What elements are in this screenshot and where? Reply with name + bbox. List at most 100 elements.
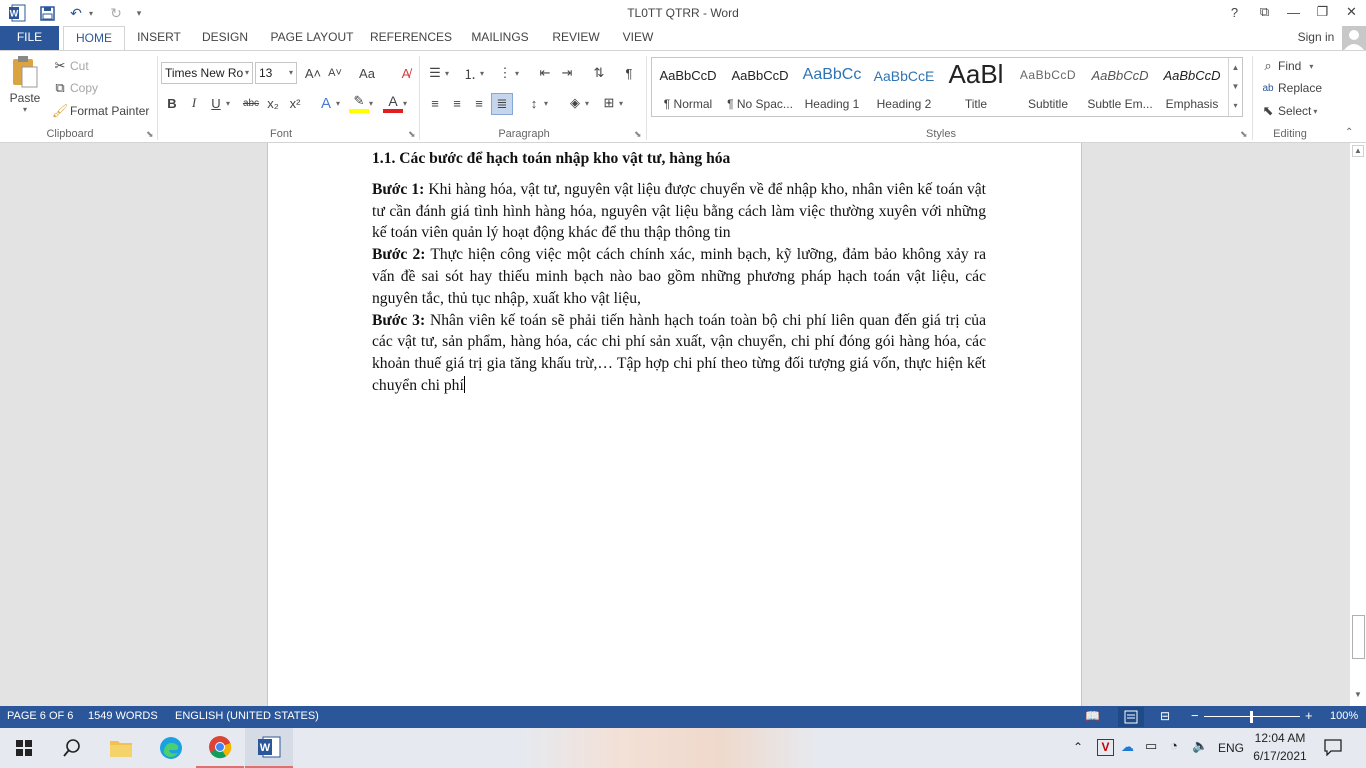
shading-button[interactable]: ◈ ▾ [565, 93, 589, 113]
clock-time[interactable]: 12:04 AM [1250, 731, 1310, 745]
edge-button[interactable] [147, 728, 195, 768]
document-content[interactable]: 1.1. Các bước để hạch toán nhập kho vật … [372, 148, 986, 397]
tab-design[interactable]: DESIGN [196, 26, 254, 50]
font-dialog-launcher-icon[interactable]: ⬊ [408, 129, 416, 140]
input-language[interactable]: ENG [1218, 741, 1244, 755]
chevron-up-icon[interactable]: ▲ [1229, 58, 1242, 77]
highlight-button[interactable]: ✎ ▾ [349, 93, 373, 113]
wifi-icon[interactable]: ◔ [1170, 738, 1178, 753]
paragraph-step-1[interactable]: Bước 1: Khi hàng hóa, vật tư, nguyên vật… [372, 179, 986, 244]
tab-mailings[interactable]: MAILINGS [464, 26, 536, 50]
style-no-spacing[interactable]: AaBbCcD ¶ No Spac... [724, 58, 796, 116]
style-subtle-emphasis[interactable]: AaBbCcD Subtle Em... [1084, 58, 1156, 116]
battery-icon[interactable]: ▭ [1145, 738, 1157, 754]
paragraph-step-2[interactable]: Bước 2: Thực hiện công việc một cách chí… [372, 244, 986, 309]
strikethrough-button[interactable]: abc [240, 93, 262, 113]
start-button[interactable] [0, 728, 48, 768]
more-styles-icon[interactable]: ▾ [1229, 96, 1242, 115]
style-subtitle[interactable]: AaBbCcD Subtitle [1012, 58, 1084, 116]
styles-dialog-launcher-icon[interactable]: ⬊ [1240, 129, 1248, 140]
chrome-button[interactable] [196, 728, 244, 768]
copy-button[interactable]: ⧉ Copy [50, 78, 98, 98]
search-button[interactable] [48, 728, 96, 768]
section-heading[interactable]: 1.1. Các bước để hạch toán nhập kho vật … [372, 148, 986, 170]
style-heading-1[interactable]: AaBbCc Heading 1 [796, 58, 868, 116]
paste-dropdown-icon[interactable]: ▾ [23, 105, 27, 114]
notifications-icon[interactable] [1324, 738, 1342, 759]
line-spacing-button[interactable]: ↕ ▾ [524, 93, 548, 113]
show-hidden-icons[interactable]: ⌃ [1073, 740, 1083, 754]
paragraph-dialog-launcher-icon[interactable]: ⬊ [634, 129, 642, 140]
styles-scroll[interactable]: ▲ ▼ ▾ [1228, 58, 1242, 116]
user-avatar-icon[interactable] [1342, 26, 1366, 50]
volume-icon[interactable]: 🔈 [1192, 738, 1208, 754]
paste-button[interactable]: Paste ▾ [6, 55, 44, 119]
subscript-button[interactable]: x₂ [263, 93, 283, 113]
vertical-scrollbar[interactable]: ▲ ▼ [1349, 143, 1366, 706]
minimize-button[interactable]: — [1279, 0, 1308, 24]
word-count[interactable]: 1549 WORDS [88, 710, 158, 722]
paragraph-step-3[interactable]: Bước 3: Nhân viên kế toán sẽ phải tiến h… [372, 310, 986, 397]
chevron-down-icon[interactable]: ▼ [1229, 77, 1242, 96]
tab-page-layout[interactable]: PAGE LAYOUT [266, 26, 358, 50]
style-emphasis[interactable]: AaBbCcD Emphasis [1156, 58, 1228, 116]
shrink-font-button[interactable]: A˅ [325, 63, 345, 83]
style-heading-2[interactable]: AaBbCcE Heading 2 [868, 58, 940, 116]
restore-button[interactable]: ❐ [1308, 0, 1337, 24]
zoom-slider-thumb[interactable] [1250, 711, 1253, 723]
format-painter-button[interactable]: 🖌 Format Painter [50, 101, 150, 121]
show-formatting-button[interactable]: ¶ [619, 63, 639, 83]
increase-indent-button[interactable]: ⇥ [557, 63, 577, 83]
change-case-button[interactable]: Aa [352, 63, 382, 83]
find-button[interactable]: ⌕ Find ▾ [1258, 56, 1313, 76]
scroll-thumb[interactable] [1352, 615, 1365, 659]
print-layout-icon[interactable] [1118, 707, 1144, 727]
read-mode-icon[interactable]: 📖 [1085, 709, 1100, 723]
file-explorer-button[interactable] [97, 728, 145, 768]
replace-button[interactable]: ab Replace [1258, 78, 1322, 98]
underline-button[interactable]: U ▾ [206, 93, 230, 113]
text-effects-button[interactable]: A ▾ [316, 93, 340, 113]
align-center-button[interactable]: ≡ [447, 93, 467, 113]
clock-date[interactable]: 6/17/2021 [1250, 749, 1310, 763]
zoom-level[interactable]: 100% [1330, 710, 1358, 722]
font-family-combo[interactable]: Times New Ro ▾ [161, 62, 253, 84]
document-page[interactable]: 1.1. Các bước để hạch toán nhập kho vật … [267, 143, 1082, 706]
decrease-indent-button[interactable]: ⇤ [535, 63, 555, 83]
align-left-button[interactable]: ≡ [425, 93, 445, 113]
web-layout-icon[interactable]: ⊟ [1160, 709, 1170, 723]
onedrive-icon[interactable]: ☁ [1121, 739, 1134, 755]
zoom-out-icon[interactable]: − [1191, 708, 1199, 723]
italic-button[interactable]: I [184, 93, 204, 113]
zoom-in-icon[interactable]: + [1305, 708, 1313, 723]
tab-home[interactable]: HOME [63, 26, 125, 51]
tab-review[interactable]: REVIEW [546, 26, 606, 50]
justify-button[interactable]: ≣ [491, 93, 513, 115]
close-button[interactable]: ✕ [1337, 0, 1366, 24]
collapse-ribbon-icon[interactable]: ⌃ [1345, 127, 1353, 138]
scroll-down-icon[interactable]: ▼ [1352, 690, 1364, 702]
ribbon-display-options-button[interactable]: ⧉ [1250, 0, 1279, 24]
font-size-combo[interactable]: 13 ▾ [255, 62, 297, 84]
tab-file[interactable]: FILE [0, 26, 59, 50]
align-right-button[interactable]: ≡ [469, 93, 489, 113]
sign-in-link[interactable]: Sign in [1290, 26, 1342, 50]
multilevel-list-button[interactable]: ⋮ ▾ [495, 63, 520, 83]
numbering-button[interactable]: ⒈ ▾ [460, 63, 484, 83]
page-indicator[interactable]: PAGE 6 OF 6 [7, 710, 73, 722]
word-taskbar-button[interactable]: W [245, 728, 293, 768]
grow-font-button[interactable]: A˄ [303, 63, 323, 83]
clear-formatting-button[interactable]: A̸ [396, 63, 416, 83]
clipboard-dialog-launcher-icon[interactable]: ⬊ [146, 129, 154, 140]
bullets-button[interactable]: ☰ ▾ [425, 63, 449, 83]
antivirus-tray-icon[interactable]: V [1097, 739, 1114, 756]
borders-button[interactable]: ⊞ ▾ [599, 93, 623, 113]
tab-references[interactable]: REFERENCES [368, 26, 454, 50]
bold-button[interactable]: B [162, 93, 182, 113]
tab-insert[interactable]: INSERT [132, 26, 186, 50]
language-indicator[interactable]: ENGLISH (UNITED STATES) [175, 710, 319, 722]
superscript-button[interactable]: x² [285, 93, 305, 113]
scroll-up-icon[interactable]: ▲ [1352, 145, 1364, 157]
tab-view[interactable]: VIEW [616, 26, 660, 50]
style-normal[interactable]: AaBbCcD ¶ Normal [652, 58, 724, 116]
